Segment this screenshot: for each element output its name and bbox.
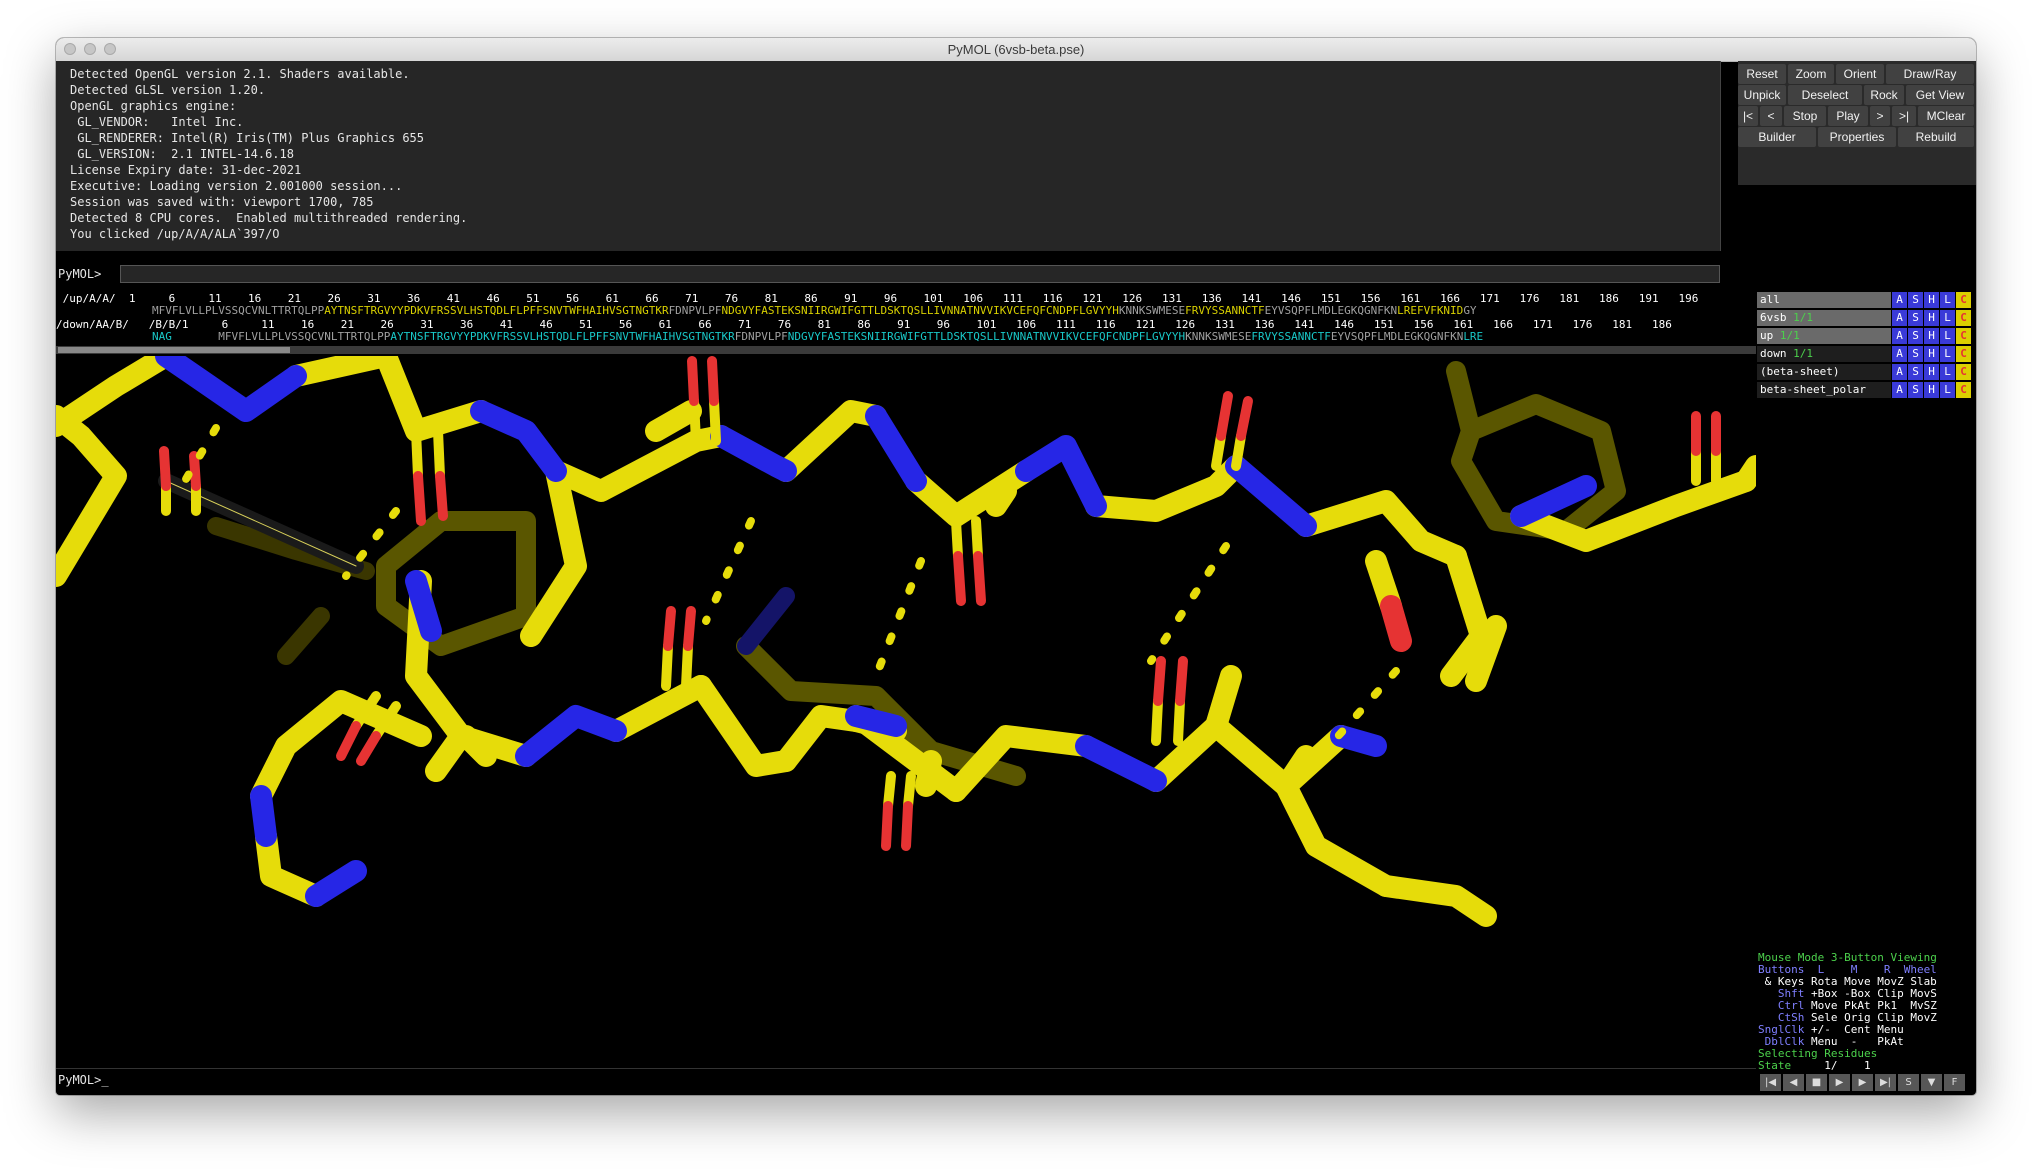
object-panel: all A S H L C 6vsb 1/1 A S H L Cup 1/1 A S H L Cdown 1/1… — [1756, 292, 1976, 952]
command-prompt: PyMOL> — [58, 267, 102, 281]
movie-control-button[interactable]: ▶ — [1829, 1074, 1850, 1091]
object-action-a-button[interactable]: A — [1892, 310, 1907, 326]
object-action-h-button[interactable]: H — [1924, 310, 1939, 326]
object-action-h-button[interactable]: H — [1924, 292, 1939, 308]
object-action-a-button[interactable]: A — [1892, 328, 1907, 344]
object-action-s-button[interactable]: S — [1908, 346, 1923, 362]
movie-control-button[interactable]: ▶ — [1852, 1074, 1873, 1091]
object-name[interactable]: beta-sheet_polar — [1757, 382, 1891, 398]
deselect-button[interactable]: Deselect — [1788, 85, 1862, 105]
get-view-button[interactable]: Get View — [1906, 85, 1974, 105]
sequence-scroll-thumb[interactable] — [58, 347, 290, 353]
state-value: 1/ 1 — [1824, 1059, 1871, 1072]
object-action-s-button[interactable]: S — [1908, 310, 1923, 326]
object-action-h-button[interactable]: H — [1924, 382, 1939, 398]
unpick-button[interactable]: Unpick — [1738, 85, 1786, 105]
object-name[interactable]: all — [1757, 292, 1891, 308]
mouse-mode-panel: Mouse Mode 3-Button Viewing Buttons L M … — [1756, 952, 1976, 1072]
end-button[interactable]: >| — [1892, 106, 1916, 126]
object-action-h-button[interactable]: H — [1924, 364, 1939, 380]
builder-button[interactable]: Builder — [1738, 127, 1816, 147]
molecule-render — [56, 356, 1756, 927]
object-action-l-button[interactable]: L — [1940, 382, 1955, 398]
object-action-s-button[interactable]: S — [1908, 382, 1923, 398]
pymol-window: PyMOL (6vsb-beta.pse) Detected OpenGL ve… — [56, 38, 1976, 1095]
viewer-prompt: PyMOL>_ — [58, 1073, 109, 1087]
reset-button[interactable]: Reset — [1738, 64, 1786, 84]
rewind-button[interactable]: |< — [1738, 106, 1758, 126]
object-action-h-button[interactable]: H — [1924, 328, 1939, 344]
object-action-s-button[interactable]: S — [1908, 328, 1923, 344]
movie-controls: |◀ ◀ ■ ▶ ▶ ▶| S ▼ F — [1756, 1074, 1976, 1091]
object-action-c-button[interactable]: C — [1956, 310, 1971, 326]
object-row-6vsb[interactable]: 6vsb 1/1 A S H L C — [1757, 310, 1975, 326]
object-action-c-button[interactable]: C — [1956, 328, 1971, 344]
object-row-all[interactable]: all A S H L C — [1757, 292, 1975, 308]
movie-control-button[interactable]: F — [1944, 1074, 1965, 1091]
movie-control-button[interactable]: S — [1898, 1074, 1919, 1091]
movie-control-button[interactable]: ▼ — [1921, 1074, 1942, 1091]
viewer-command-line[interactable]: PyMOL>_ — [56, 1068, 1756, 1095]
title-bar: PyMOL (6vsb-beta.pse) — [56, 38, 1976, 62]
object-action-l-button[interactable]: L — [1940, 310, 1955, 326]
movie-control-button[interactable]: ■ — [1806, 1074, 1827, 1091]
draw-ray-button[interactable]: Draw/Ray — [1886, 64, 1974, 84]
object-row-up[interactable]: up 1/1 A S H L C — [1757, 328, 1975, 344]
object-action-c-button[interactable]: C — [1956, 292, 1971, 308]
sequence-scrollbar[interactable] — [56, 346, 1756, 354]
orient-button[interactable]: Orient — [1836, 64, 1884, 84]
object-action-c-button[interactable]: C — [1956, 346, 1971, 362]
object-row-down[interactable]: down 1/1 A S H L C — [1757, 346, 1975, 362]
object-action-a-button[interactable]: A — [1892, 346, 1907, 362]
mclear-button[interactable]: MClear — [1918, 106, 1974, 126]
sequence-residues-up[interactable]: MFVFLVLLPLVSSQCVNLTTRTQLPPAYTNSFTRGVYYPD… — [152, 304, 1477, 317]
window-title: PyMOL (6vsb-beta.pse) — [947, 42, 1085, 57]
object-name[interactable]: up 1/1 — [1757, 328, 1891, 344]
object-action-l-button[interactable]: L — [1940, 292, 1955, 308]
sequence-viewer[interactable]: /up/A/A/ 1 6 11 16 21 26 31 36 41 46 51 … — [56, 292, 1756, 344]
rebuild-button[interactable]: Rebuild — [1898, 127, 1974, 147]
molecular-viewport[interactable] — [56, 356, 1756, 1067]
movie-control-button[interactable]: |◀ — [1760, 1074, 1781, 1091]
console-output-text: Detected OpenGL version 2.1. Shaders ava… — [70, 67, 468, 241]
object-name[interactable]: down 1/1 — [1757, 346, 1891, 362]
object-action-h-button[interactable]: H — [1924, 346, 1939, 362]
object-action-l-button[interactable]: L — [1940, 328, 1955, 344]
object-name[interactable]: 6vsb 1/1 — [1757, 310, 1891, 326]
sequence-residues-down[interactable]: NAG MFVFLVLLPLVSSQCVNLTTRTQLPPAYTNSFTRGV… — [152, 330, 1483, 343]
stop-button[interactable]: Stop — [1784, 106, 1826, 126]
state-label: State — [1758, 1059, 1792, 1072]
object-action-l-button[interactable]: L — [1940, 364, 1955, 380]
command-line-row: PyMOL> — [56, 264, 1721, 284]
command-input[interactable] — [120, 265, 1720, 283]
object-row-beta-sheet_polar[interactable]: beta-sheet_polar A S H L C — [1757, 382, 1975, 398]
object-row-beta-sheet[interactable]: (beta-sheet) A S H L C — [1757, 364, 1975, 380]
object-action-c-button[interactable]: C — [1956, 364, 1971, 380]
command-button-panel: Reset Zoom Orient Draw/Ray Unpick Desele… — [1738, 61, 1976, 185]
object-action-a-button[interactable]: A — [1892, 382, 1907, 398]
output-console[interactable]: Detected OpenGL version 2.1. Shaders ava… — [56, 61, 1721, 251]
forward-button[interactable]: > — [1870, 106, 1890, 126]
object-action-s-button[interactable]: S — [1908, 364, 1923, 380]
movie-control-button[interactable]: ▶| — [1875, 1074, 1896, 1091]
object-action-l-button[interactable]: L — [1940, 346, 1955, 362]
object-action-a-button[interactable]: A — [1892, 364, 1907, 380]
play-button[interactable]: Play — [1828, 106, 1868, 126]
object-action-a-button[interactable]: A — [1892, 292, 1907, 308]
back-button[interactable]: < — [1760, 106, 1782, 126]
rock-button[interactable]: Rock — [1864, 85, 1904, 105]
properties-button[interactable]: Properties — [1818, 127, 1896, 147]
movie-control-button[interactable]: ◀ — [1783, 1074, 1804, 1091]
object-name[interactable]: (beta-sheet) — [1757, 364, 1891, 380]
nag-label: NAG — [152, 330, 172, 343]
object-action-c-button[interactable]: C — [1956, 382, 1971, 398]
zoom-button[interactable]: Zoom — [1788, 64, 1834, 84]
object-action-s-button[interactable]: S — [1908, 292, 1923, 308]
